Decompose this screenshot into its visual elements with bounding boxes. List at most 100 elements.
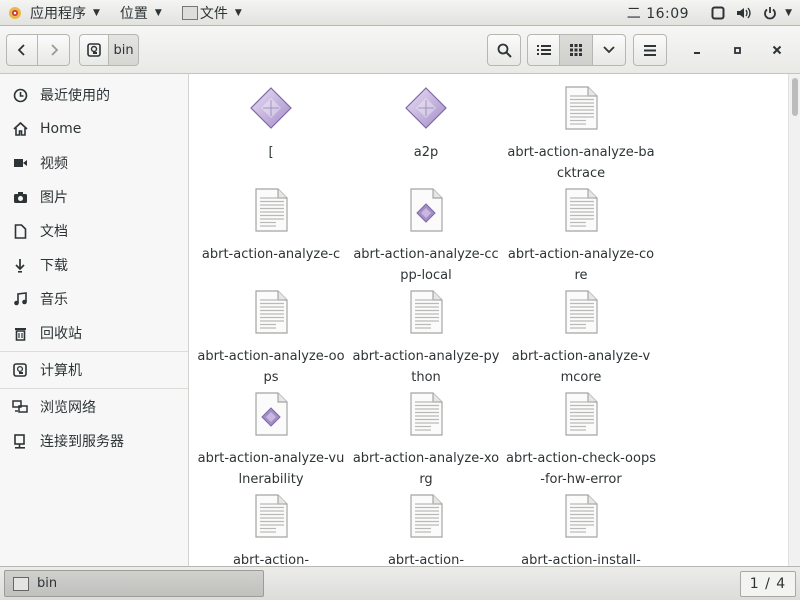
- sidebar-item-label: 下载: [40, 258, 68, 274]
- sidebar-item-downloads[interactable]: 下载: [0, 248, 188, 282]
- close-button[interactable]: [761, 34, 793, 66]
- sidebar-item-connect-server[interactable]: 连接到服务器: [0, 424, 188, 458]
- chevron-down-icon: ▼: [234, 7, 242, 18]
- text-file-icon: [565, 86, 598, 130]
- file-item[interactable]: abrt-action-analyze-core: [506, 186, 656, 286]
- forward-button[interactable]: [38, 34, 70, 66]
- file-item[interactable]: abrt-action-install-: [506, 492, 656, 566]
- window-list-icon[interactable]: [707, 2, 729, 24]
- file-item[interactable]: abrt-action-analyze-xorg: [351, 390, 501, 490]
- download-icon: [12, 257, 28, 273]
- sidebar-item-videos[interactable]: 视频: [0, 146, 188, 180]
- file-item[interactable]: abrt-action-analyze-ccpp-local: [351, 186, 501, 286]
- minimize-button[interactable]: [681, 34, 713, 66]
- back-button[interactable]: [6, 34, 38, 66]
- text-file-icon: [255, 494, 288, 538]
- file-item[interactable]: a2p: [351, 84, 501, 163]
- file-item[interactable]: abrt-action-: [351, 492, 501, 566]
- grid-icon: [570, 44, 582, 56]
- sidebar-item-label: Home: [40, 121, 82, 137]
- sidebar-item-network[interactable]: 浏览网络: [0, 390, 188, 424]
- close-icon: [772, 45, 782, 55]
- sidebar-item-label: 图片: [40, 190, 68, 206]
- view-switcher: [527, 34, 626, 66]
- sidebar-separator: [0, 351, 188, 352]
- chevron-right-icon: [50, 44, 58, 56]
- search-button[interactable]: [487, 34, 521, 66]
- home-icon: [12, 121, 28, 137]
- file-item[interactable]: abrt-action-analyze-vulnerability: [196, 390, 346, 490]
- file-item[interactable]: abrt-action-analyze-vmcore: [506, 288, 656, 388]
- sidebar-item-documents[interactable]: 文档: [0, 214, 188, 248]
- sidebar-item-trash[interactable]: 回收站: [0, 316, 188, 350]
- sidebar-item-label: 计算机: [40, 363, 82, 379]
- file-name: abrt-action-analyze-python: [352, 349, 500, 385]
- bottom-panel: bin 1 / 4: [0, 566, 800, 600]
- file-item[interactable]: [: [196, 84, 346, 163]
- file-item[interactable]: abrt-action-analyze-c: [196, 186, 346, 265]
- text-file-icon: [565, 290, 598, 334]
- maximize-button[interactable]: [721, 34, 753, 66]
- volume-icon[interactable]: [733, 2, 755, 24]
- workspace-indicator[interactable]: 1 / 4: [740, 571, 796, 597]
- clock[interactable]: 二 16:09: [627, 3, 689, 23]
- file-name: abrt-action-analyze-backtrace: [507, 145, 655, 181]
- search-icon: [497, 43, 512, 58]
- computer-icon: [12, 362, 28, 378]
- chevron-down-icon: ▼: [154, 7, 162, 18]
- list-icon: [536, 45, 551, 55]
- sidebar-item-pictures[interactable]: 图片: [0, 180, 188, 214]
- text-file-icon: [565, 188, 598, 232]
- breadcrumb-bin[interactable]: bin: [109, 34, 139, 66]
- text-file-icon: [255, 290, 288, 334]
- root-location-button[interactable]: [79, 34, 109, 66]
- file-item[interactable]: abrt-action-: [196, 492, 346, 566]
- vertical-scrollbar[interactable]: [788, 74, 800, 566]
- drive-icon: [87, 43, 101, 57]
- view-options-button[interactable]: [593, 34, 626, 66]
- applications-label: 应用程序: [30, 5, 86, 22]
- places-menu[interactable]: 位置 ▼: [114, 0, 168, 26]
- text-file-icon: [565, 392, 598, 436]
- file-name: abrt-action-: [232, 553, 310, 566]
- file-name: abrt-action-install-: [521, 553, 641, 566]
- grid-view-button[interactable]: [560, 34, 593, 66]
- sidebar-item-label: 文档: [40, 224, 68, 240]
- chevron-down-icon: [603, 46, 615, 54]
- minimize-icon: [694, 52, 700, 54]
- path-bar: bin: [79, 34, 139, 66]
- file-name: abrt-action-check-oops-for-hw-error: [506, 451, 656, 487]
- text-file-icon: [410, 290, 443, 334]
- file-item[interactable]: abrt-action-analyze-python: [351, 288, 501, 388]
- sidebar-separator: [0, 388, 188, 389]
- navigation-buttons: [6, 34, 70, 66]
- file-name: a2p: [413, 145, 439, 160]
- file-item[interactable]: abrt-action-analyze-backtrace: [506, 84, 656, 184]
- sidebar-item-label: 音乐: [40, 292, 68, 308]
- sidebar-item-music[interactable]: 音乐: [0, 282, 188, 316]
- files-app-menu[interactable]: 文件 ▼: [176, 0, 248, 26]
- scrollbar-thumb[interactable]: [792, 78, 798, 116]
- gnome-foot-icon: [9, 6, 21, 19]
- music-icon: [12, 291, 28, 307]
- power-icon[interactable]: [759, 2, 781, 24]
- header-bar: bin: [0, 26, 800, 74]
- text-file-icon: [410, 392, 443, 436]
- file-name: abrt-action-analyze-oops: [197, 349, 345, 385]
- network-icon: [12, 399, 28, 415]
- executable-icon: [405, 87, 447, 129]
- list-view-button[interactable]: [527, 34, 560, 66]
- file-item[interactable]: abrt-action-analyze-oops: [196, 288, 346, 388]
- sidebar-item-recent[interactable]: 最近使用的: [0, 78, 188, 112]
- chevron-down-icon[interactable]: ▼: [785, 8, 792, 18]
- taskbar-window-button[interactable]: bin: [4, 570, 264, 597]
- text-file-icon: [565, 494, 598, 538]
- text-file-icon: [255, 188, 288, 232]
- trash-icon: [12, 325, 28, 341]
- sidebar-item-computer[interactable]: 计算机: [0, 353, 188, 387]
- file-item[interactable]: abrt-action-check-oops-for-hw-error: [506, 390, 656, 490]
- app-menu-button[interactable]: [633, 34, 667, 66]
- sidebar-item-home[interactable]: Home: [0, 112, 188, 146]
- executable-icon: [250, 87, 292, 129]
- applications-menu[interactable]: 应用程序 ▼: [0, 0, 106, 26]
